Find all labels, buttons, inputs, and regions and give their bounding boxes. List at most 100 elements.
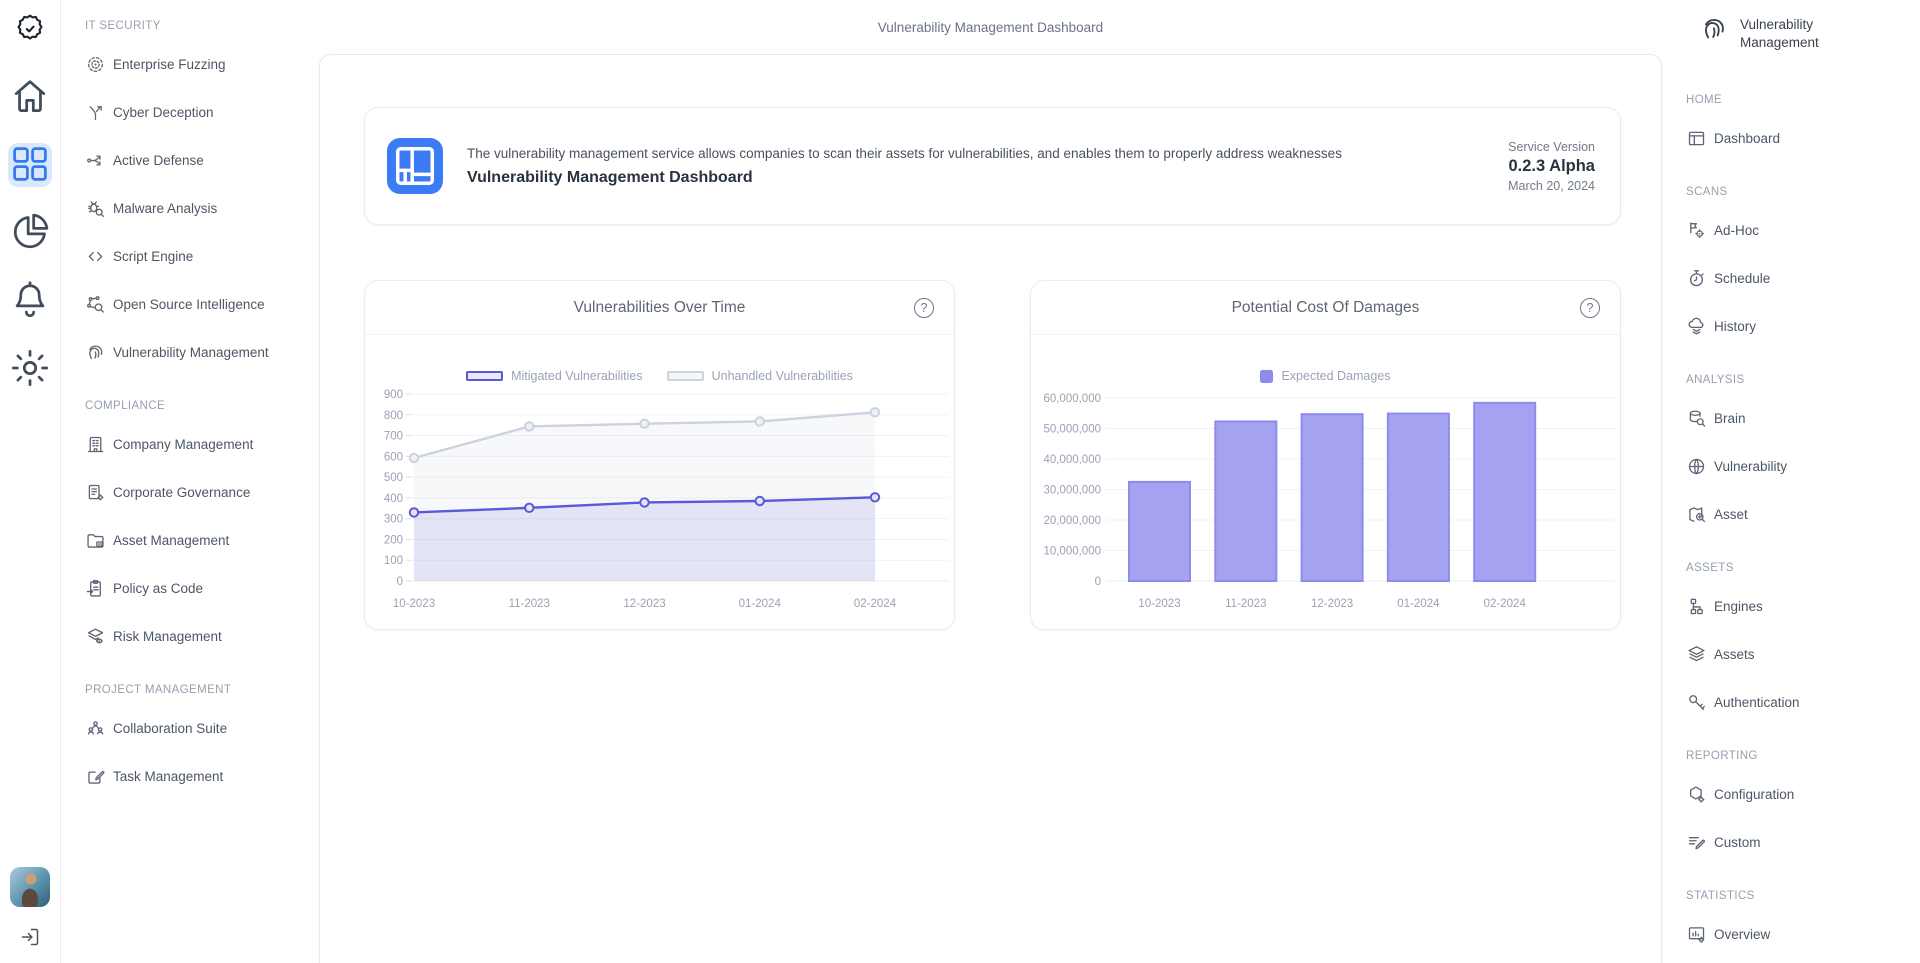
svg-text:0: 0 (397, 576, 403, 588)
pie-chart-icon (8, 210, 52, 257)
window-title: Vulnerability Management Dashboard (878, 20, 1103, 35)
sidebar-item-open-source-intelligence[interactable]: Open Source Intelligence (85, 280, 308, 328)
rail-dashboard-button[interactable] (8, 143, 52, 187)
sidebar-item-malware-analysis[interactable]: Malware Analysis (85, 184, 308, 232)
layers-eye-icon (85, 626, 106, 647)
nav-item-label: Authentication (1714, 695, 1800, 710)
svg-text:600: 600 (384, 451, 403, 463)
module-nav-section-scans: SCANS (1686, 186, 1912, 198)
chart-card-header: Potential Cost Of Damages ? (1031, 281, 1620, 335)
sidebar-item-corporate-governance[interactable]: Corporate Governance (85, 468, 308, 516)
adhoc-flag-icon (1686, 220, 1707, 241)
main-area: Vulnerability Management Dashboard The v… (319, 0, 1662, 963)
sidebar-item-risk-management[interactable]: Risk Management (85, 612, 308, 660)
module-nav-item-custom[interactable]: Custom (1686, 818, 1912, 866)
sidebar-item-collaboration-suite[interactable]: Collaboration Suite (85, 704, 308, 752)
svg-text:100: 100 (384, 555, 403, 567)
chart-title: Vulnerabilities Over Time (574, 299, 746, 317)
svg-text:900: 900 (384, 389, 403, 401)
svg-text:60,000,000: 60,000,000 (1043, 393, 1101, 405)
module-nav-item-history[interactable]: History (1686, 302, 1912, 350)
help-icon[interactable]: ? (914, 298, 934, 318)
fingerprint-icon (85, 342, 106, 363)
nav-item-label: Collaboration Suite (113, 721, 227, 736)
module-nav-item-ad-hoc[interactable]: Ad-Hoc (1686, 206, 1912, 254)
svg-text:500: 500 (384, 472, 403, 484)
service-description: The vulnerability management service all… (467, 146, 1484, 161)
nav-item-label: Task Management (113, 769, 223, 784)
hex-gear-icon (1686, 784, 1707, 805)
sidebar-item-script-engine[interactable]: Script Engine (85, 232, 308, 280)
svg-text:12-2023: 12-2023 (1311, 598, 1353, 610)
module-nav-item-schedule[interactable]: Schedule (1686, 254, 1912, 302)
svg-text:400: 400 (384, 493, 403, 505)
svg-text:800: 800 (384, 410, 403, 422)
service-header-card: The vulnerability management service all… (364, 107, 1621, 225)
y-axis-labels: 0100200300400500600700800900 (384, 389, 411, 588)
module-brand: Vulnerability Management (1686, 0, 1912, 64)
module-nav-item-configuration[interactable]: Configuration (1686, 770, 1912, 818)
layers-icon (1686, 644, 1707, 665)
bell-icon (8, 278, 52, 325)
nav-item-label: Overview (1714, 927, 1770, 942)
key-icon (1686, 692, 1707, 713)
module-nav-item-engines[interactable]: Engines (1686, 582, 1912, 630)
sidebar-item-company-management[interactable]: Company Management (85, 420, 308, 468)
logout-icon[interactable] (18, 925, 42, 949)
module-nav-section-reporting: REPORTING (1686, 750, 1912, 762)
sidebar-item-enterprise-fuzzing[interactable]: Enterprise Fuzzing (85, 40, 308, 88)
window-icon (1686, 128, 1707, 149)
svg-text:10-2023: 10-2023 (1138, 598, 1180, 610)
rail-notifications-button[interactable] (8, 279, 52, 323)
folder-icon (85, 530, 106, 551)
stopwatch-icon (1686, 268, 1707, 289)
module-nav-section-analysis: ANALYSIS (1686, 374, 1912, 386)
clipboard-icon (85, 578, 106, 599)
user-avatar[interactable] (10, 867, 50, 907)
module-nav-item-dashboard[interactable]: Dashboard (1686, 114, 1912, 162)
module-nav-item-assets[interactable]: Assets (1686, 630, 1912, 678)
y-axis-labels: 010,000,00020,000,00030,000,00040,000,00… (1043, 393, 1101, 588)
sidebar-item-asset-management[interactable]: Asset Management (85, 516, 308, 564)
nav-item-label: Assets (1714, 647, 1755, 662)
module-nav-item-overview[interactable]: Overview (1686, 910, 1912, 958)
nav-item-label: Asset Management (113, 533, 229, 548)
sidebar-item-task-management[interactable]: Task Management (85, 752, 308, 800)
module-nav-item-authentication[interactable]: Authentication (1686, 678, 1912, 726)
vulnerabilities-over-time-card: Vulnerabilities Over Time ? Mitigated Vu… (364, 280, 955, 630)
rail-analytics-button[interactable] (8, 211, 52, 255)
sidebar-item-policy-as-code[interactable]: Policy as Code (85, 564, 308, 612)
x-axis-labels: 10-202311-202312-202301-202402-2024 (393, 598, 897, 610)
nav-item-label: Configuration (1714, 787, 1794, 802)
chart-title: Potential Cost Of Damages (1232, 299, 1420, 317)
doc-gear-icon (85, 482, 106, 503)
nav-item-label: Custom (1714, 835, 1761, 850)
service-version-number: 0.2.3 Alpha (1508, 157, 1595, 176)
module-nav-item-asset[interactable]: Asset (1686, 490, 1912, 538)
line-chart-svg: 010020030040050060070080090010-202311-20… (365, 335, 956, 631)
sidebar-item-active-defense[interactable]: Active Defense (85, 136, 308, 184)
charts-row: Vulnerabilities Over Time ? Mitigated Vu… (364, 280, 1621, 630)
sidebar-section-project-management: PROJECT MANAGEMENT (85, 684, 308, 696)
svg-text:300: 300 (384, 514, 403, 526)
svg-text:40,000,000: 40,000,000 (1043, 454, 1101, 466)
rail-home-button[interactable] (8, 75, 52, 119)
svg-text:200: 200 (384, 534, 403, 546)
sidebar-section-it-security: IT SECURITY (85, 20, 308, 32)
fuzzing-target-icon (85, 54, 106, 75)
sidebar-item-cyber-deception[interactable]: Cyber Deception (85, 88, 308, 136)
module-nav-item-vulnerability[interactable]: Vulnerability (1686, 442, 1912, 490)
potential-cost-of-damages-card: Potential Cost Of Damages ? Expected Dam… (1030, 280, 1621, 630)
svg-text:20,000,000: 20,000,000 (1043, 515, 1101, 527)
osint-network-icon (85, 294, 106, 315)
right-sidebar: Vulnerability Management HOMEDashboardSC… (1683, 0, 1920, 963)
bug-search-icon (85, 198, 106, 219)
module-nav-item-brain[interactable]: Brain (1686, 394, 1912, 442)
gear-icon (8, 346, 52, 393)
sidebar-item-vulnerability-management[interactable]: Vulnerability Management (85, 328, 308, 376)
help-icon[interactable]: ? (1580, 298, 1600, 318)
active-defense-icon (85, 150, 106, 171)
branch-icon (85, 102, 106, 123)
rail-settings-button[interactable] (8, 347, 52, 391)
code-icon (85, 246, 106, 267)
